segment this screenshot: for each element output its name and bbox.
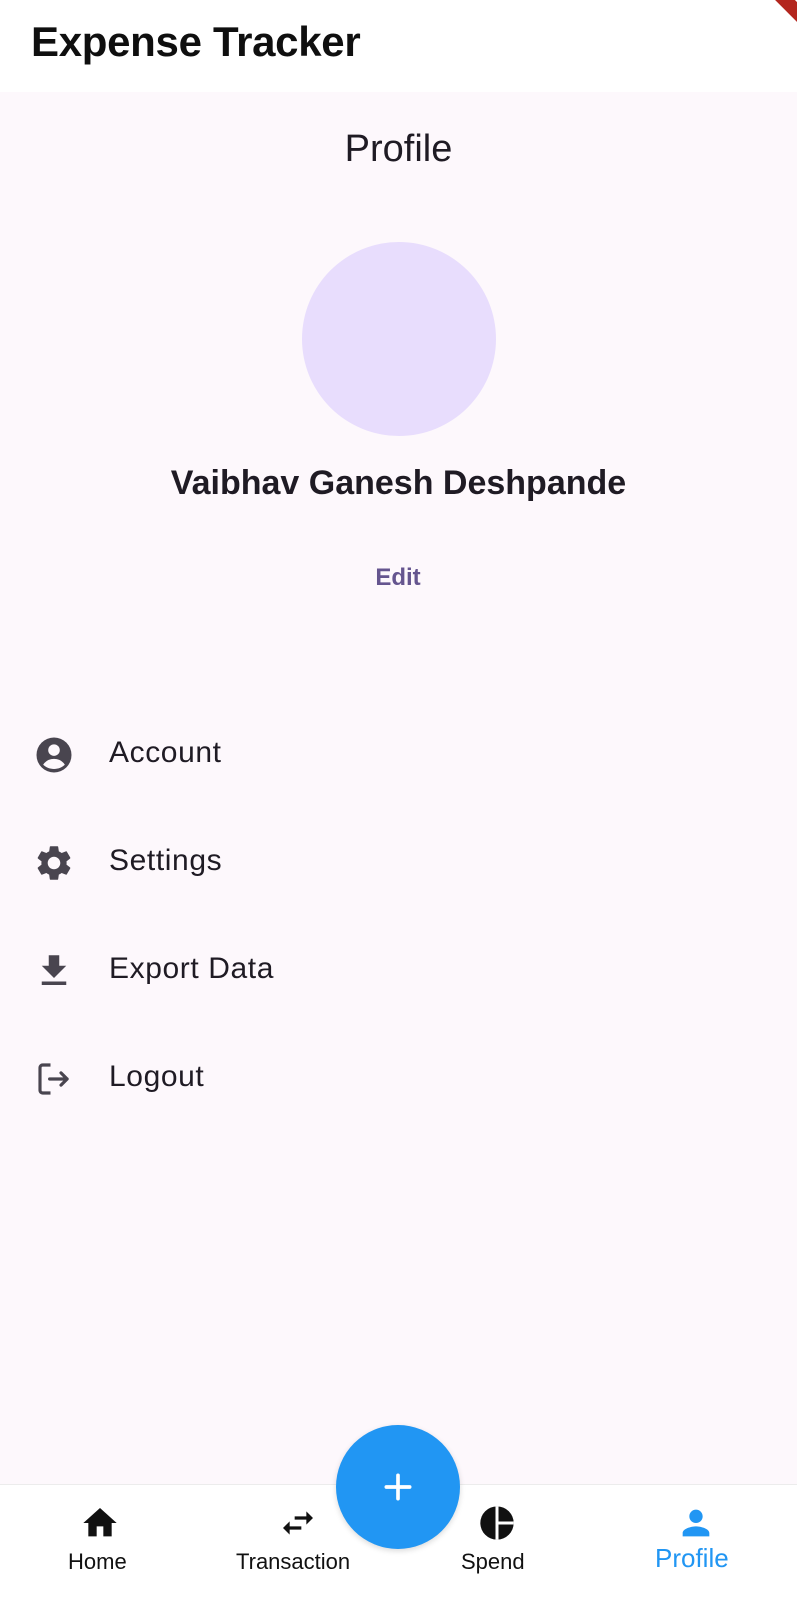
profile-name: Vaibhav Ganesh Deshpande (170, 464, 627, 502)
debug-banner (756, 0, 797, 31)
nav-item-label: Profile (655, 1543, 729, 1573)
edit-profile-button[interactable]: Edit (348, 554, 448, 602)
menu-item-label: Settings (109, 844, 223, 877)
pie-chart-icon (477, 1503, 517, 1543)
nav-item-label: Home (68, 1549, 127, 1574)
page-title: Profile (344, 128, 453, 170)
menu-item-export-data[interactable]: Export Data (0, 917, 797, 1025)
person-icon (676, 1503, 716, 1543)
gear-icon (33, 842, 75, 884)
download-icon (33, 950, 75, 992)
menu-item-logout[interactable]: Logout (0, 1025, 797, 1133)
nav-item-spend[interactable]: Spend (455, 1485, 535, 1601)
menu-item-label: Logout (109, 1060, 205, 1093)
plus-icon (378, 1467, 418, 1507)
logout-icon (33, 1058, 75, 1100)
account-circle-icon (33, 734, 75, 776)
app-title: Expense Tracker (31, 18, 361, 65)
add-transaction-button[interactable] (336, 1425, 460, 1549)
menu-item-account[interactable]: Account (0, 701, 797, 809)
avatar[interactable] (302, 242, 496, 436)
nav-item-label: Spend (461, 1549, 525, 1574)
menu-item-settings[interactable]: Settings (0, 809, 797, 917)
home-icon (80, 1503, 120, 1543)
profile-menu: Account Settings Export Data Logout (0, 701, 797, 1133)
nav-item-profile[interactable]: Profile (650, 1485, 740, 1601)
menu-item-label: Account (109, 736, 222, 769)
nav-item-home[interactable]: Home (60, 1485, 140, 1601)
app-bar: Expense Tracker (0, 0, 797, 92)
nav-item-label: Transaction (236, 1549, 351, 1574)
swap-arrows-icon (278, 1503, 318, 1543)
menu-item-label: Export Data (109, 952, 275, 985)
